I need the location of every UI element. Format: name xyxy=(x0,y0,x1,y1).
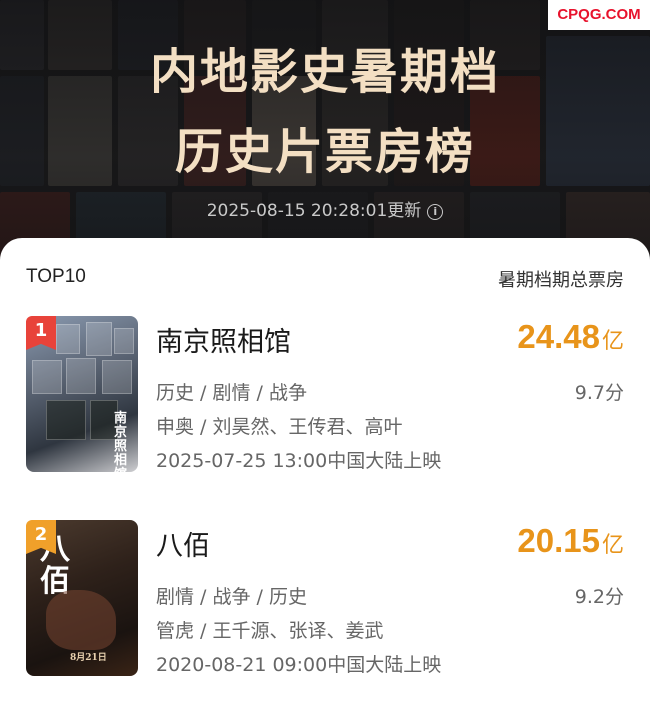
box-office: 24.48亿 xyxy=(517,318,624,355)
info-icon[interactable]: i xyxy=(427,204,444,220)
movie-cast: 申奥 / 刘昊然、王传君、高叶 xyxy=(156,416,403,438)
top10-label: TOP10 xyxy=(26,266,86,287)
ranking-card: TOP10 暑期档期总票房 南京照相馆 1 南京照相馆 24.48亿 历史 / … xyxy=(0,238,650,704)
movie-score: 9.2分 xyxy=(574,586,624,608)
movie-genres: 剧情 / 战争 / 历史 xyxy=(156,586,307,608)
update-text: 2025-08-15 20:28:01更新 xyxy=(206,201,422,221)
movie-score: 9.7分 xyxy=(574,382,624,404)
movie-title[interactable]: 南京照相馆 xyxy=(156,320,291,359)
movie-genres: 历史 / 剧情 / 战争 xyxy=(156,382,307,404)
page-title-line1: 内地影史暑期档 xyxy=(149,44,500,100)
movie-release: 2025-07-25 13:00中国大陆上映 xyxy=(156,450,442,472)
movie-title[interactable]: 八佰 xyxy=(156,524,210,563)
total-box-office-label: 暑期档期总票房 xyxy=(498,270,624,291)
update-timestamp: 2025-08-15 20:28:01更新 i xyxy=(0,196,650,221)
watermark-logo: CPQG.COM xyxy=(548,0,650,30)
movie-release: 2020-08-21 09:00中国大陆上映 xyxy=(156,654,442,676)
movie-cast: 管虎 / 王千源、张译、姜武 xyxy=(156,620,384,642)
page-title-line2: 历史片票房榜 xyxy=(174,124,475,180)
list-header: TOP10 暑期档期总票房 xyxy=(26,266,624,292)
list-item[interactable]: 南京照相馆 1 南京照相馆 24.48亿 历史 / 剧情 / 战争 9.7分 申… xyxy=(26,316,624,474)
header-banner: 内地影史暑期档 历史片票房榜 2025-08-15 20:28:01更新 i xyxy=(0,0,650,262)
box-office: 20.15亿 xyxy=(517,522,624,559)
list-item[interactable]: 八佰 8月21日 2 八佰 20.15亿 剧情 / 战争 / 历史 9.2分 管… xyxy=(26,520,624,678)
